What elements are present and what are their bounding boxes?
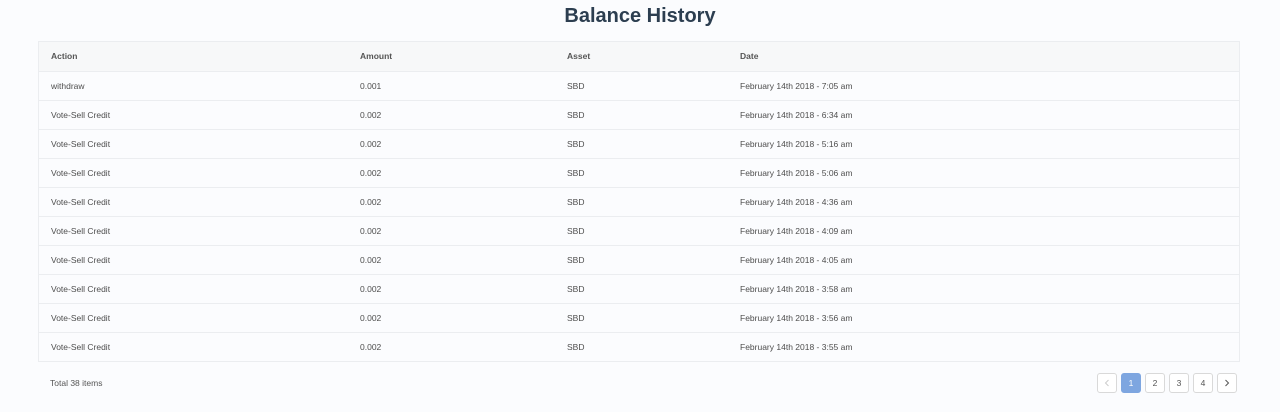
prev-page-button[interactable]	[1097, 373, 1117, 393]
table-header: Action Amount Asset Date	[39, 42, 1239, 72]
chevron-right-icon	[1225, 379, 1230, 387]
chevron-left-icon	[1104, 379, 1109, 387]
total-items-label: Total 38 items	[50, 378, 103, 388]
cell-asset: SBD	[555, 100, 728, 130]
cell-date: February 14th 2018 - 4:05 am	[728, 245, 1239, 275]
page-button-1[interactable]: 1	[1121, 373, 1141, 393]
column-header-action[interactable]: Action	[39, 42, 348, 72]
cell-asset: SBD	[555, 187, 728, 217]
table-row: Vote-Sell Credit 0.002 SBD February 14th 20…	[39, 245, 1239, 275]
cell-asset: SBD	[555, 216, 728, 246]
cell-date: February 14th 2018 - 4:09 am	[728, 216, 1239, 246]
cell-asset: SBD	[555, 158, 728, 188]
table-row: withdraw 0.001 SBD February 14th 2018 - 7:0…	[39, 71, 1239, 101]
cell-asset: SBD	[555, 303, 728, 333]
cell-date: February 14th 2018 - 6:34 am	[728, 100, 1239, 130]
cell-date: February 14th 2018 - 5:16 am	[728, 129, 1239, 159]
column-header-amount[interactable]: Amount	[348, 42, 555, 72]
table-row: Vote-Sell Credit 0.002 SBD February 14th 20…	[39, 303, 1239, 333]
cell-date: February 14th 2018 - 4:36 am	[728, 187, 1239, 217]
cell-date: February 14th 2018 - 3:56 am	[728, 303, 1239, 333]
cell-action: Vote-Sell Credit	[39, 274, 348, 304]
page-button-2[interactable]: 2	[1145, 373, 1165, 393]
cell-asset: SBD	[555, 332, 728, 362]
cell-amount: 0.002	[348, 129, 555, 159]
page-button-4[interactable]: 4	[1193, 373, 1213, 393]
cell-action: Vote-Sell Credit	[39, 332, 348, 362]
table-row: Vote-Sell Credit 0.002 SBD February 14th 20…	[39, 274, 1239, 304]
cell-amount: 0.002	[348, 100, 555, 130]
cell-action: Vote-Sell Credit	[39, 216, 348, 246]
page-button-3[interactable]: 3	[1169, 373, 1189, 393]
cell-date: February 14th 2018 - 3:55 am	[728, 332, 1239, 362]
cell-amount: 0.001	[348, 71, 555, 101]
cell-action: Vote-Sell Credit	[39, 158, 348, 188]
cell-date: February 14th 2018 - 5:06 am	[728, 158, 1239, 188]
cell-amount: 0.002	[348, 245, 555, 275]
table-body: withdraw 0.001 SBD February 14th 2018 - 7:0…	[39, 71, 1239, 362]
table-row: Vote-Sell Credit 0.002 SBD February 14th 20…	[39, 158, 1239, 188]
cell-asset: SBD	[555, 274, 728, 304]
cell-amount: 0.002	[348, 158, 555, 188]
cell-action: Vote-Sell Credit	[39, 187, 348, 217]
page-title: Balance History	[564, 5, 716, 27]
cell-amount: 0.002	[348, 187, 555, 217]
pagination: 1 2 3 4	[1097, 373, 1237, 393]
table-row: Vote-Sell Credit 0.002 SBD February 14th 20…	[39, 332, 1239, 362]
balance-history-table: Action Amount Asset Date withdraw 0.001 SB…	[38, 41, 1240, 362]
cell-amount: 0.002	[348, 332, 555, 362]
cell-date: February 14th 2018 - 7:05 am	[728, 71, 1239, 101]
cell-action: Vote-Sell Credit	[39, 245, 348, 275]
column-header-date[interactable]: Date	[728, 42, 1239, 72]
next-page-button[interactable]	[1217, 373, 1237, 393]
cell-action: Vote-Sell Credit	[39, 100, 348, 130]
table-row: Vote-Sell Credit 0.002 SBD February 14th 20…	[39, 129, 1239, 159]
cell-amount: 0.002	[348, 216, 555, 246]
cell-asset: SBD	[555, 129, 728, 159]
table-row: Vote-Sell Credit 0.002 SBD February 14th 20…	[39, 187, 1239, 217]
cell-asset: SBD	[555, 245, 728, 275]
table-row: Vote-Sell Credit 0.002 SBD February 14th 20…	[39, 100, 1239, 130]
cell-action: withdraw	[39, 71, 348, 101]
cell-amount: 0.002	[348, 274, 555, 304]
cell-date: February 14th 2018 - 3:58 am	[728, 274, 1239, 304]
column-header-asset[interactable]: Asset	[555, 42, 728, 72]
cell-action: Vote-Sell Credit	[39, 129, 348, 159]
cell-amount: 0.002	[348, 303, 555, 333]
cell-asset: SBD	[555, 71, 728, 101]
cell-action: Vote-Sell Credit	[39, 303, 348, 333]
table-row: Vote-Sell Credit 0.002 SBD February 14th 20…	[39, 216, 1239, 246]
